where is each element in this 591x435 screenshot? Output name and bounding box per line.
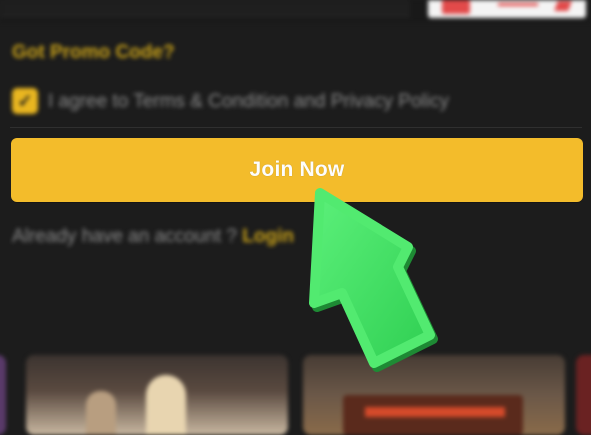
captcha-image bbox=[428, 0, 586, 18]
game-thumbnail[interactable] bbox=[576, 355, 591, 435]
captcha-input[interactable] bbox=[0, 0, 410, 17]
promo-code-link[interactable]: Got Promo Code? bbox=[12, 42, 175, 64]
agree-terms-label: I agree to Terms & Condition and Privacy… bbox=[48, 91, 449, 112]
login-prompt: Already have an account ? Login bbox=[12, 226, 294, 248]
game-thumbnail[interactable] bbox=[0, 355, 6, 435]
game-thumbnail[interactable] bbox=[26, 355, 288, 435]
already-have-account-text: Already have an account ? bbox=[12, 226, 237, 247]
captcha-row bbox=[0, 0, 591, 22]
agree-terms-row[interactable]: ✓ I agree to Terms & Condition and Priva… bbox=[12, 86, 572, 118]
checkbox-checked-icon[interactable]: ✓ bbox=[12, 88, 38, 114]
join-now-label: Join Now bbox=[249, 158, 345, 181]
green-arrow-pointer-icon bbox=[309, 188, 438, 372]
divider bbox=[10, 127, 582, 128]
